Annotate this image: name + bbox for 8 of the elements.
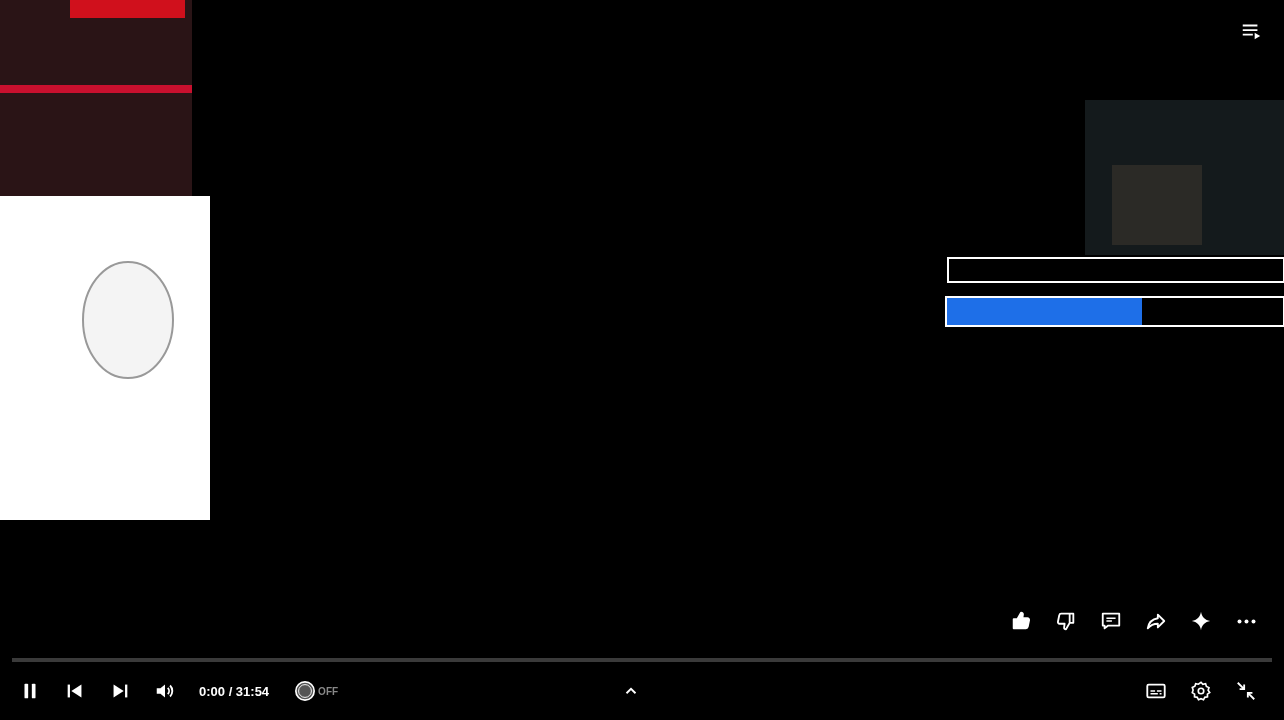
exit-fullscreen-icon	[1235, 680, 1257, 702]
time-display: 0:00 / 31:54	[199, 683, 270, 699]
speech-bubble-icon	[1100, 610, 1122, 632]
lr-badge-icon	[294, 680, 317, 702]
extension-toggle[interactable]: OFF	[294, 674, 339, 708]
sparkle-icon	[1190, 610, 1212, 632]
settings-icon	[1190, 680, 1212, 702]
more-icon	[1236, 618, 1256, 624]
